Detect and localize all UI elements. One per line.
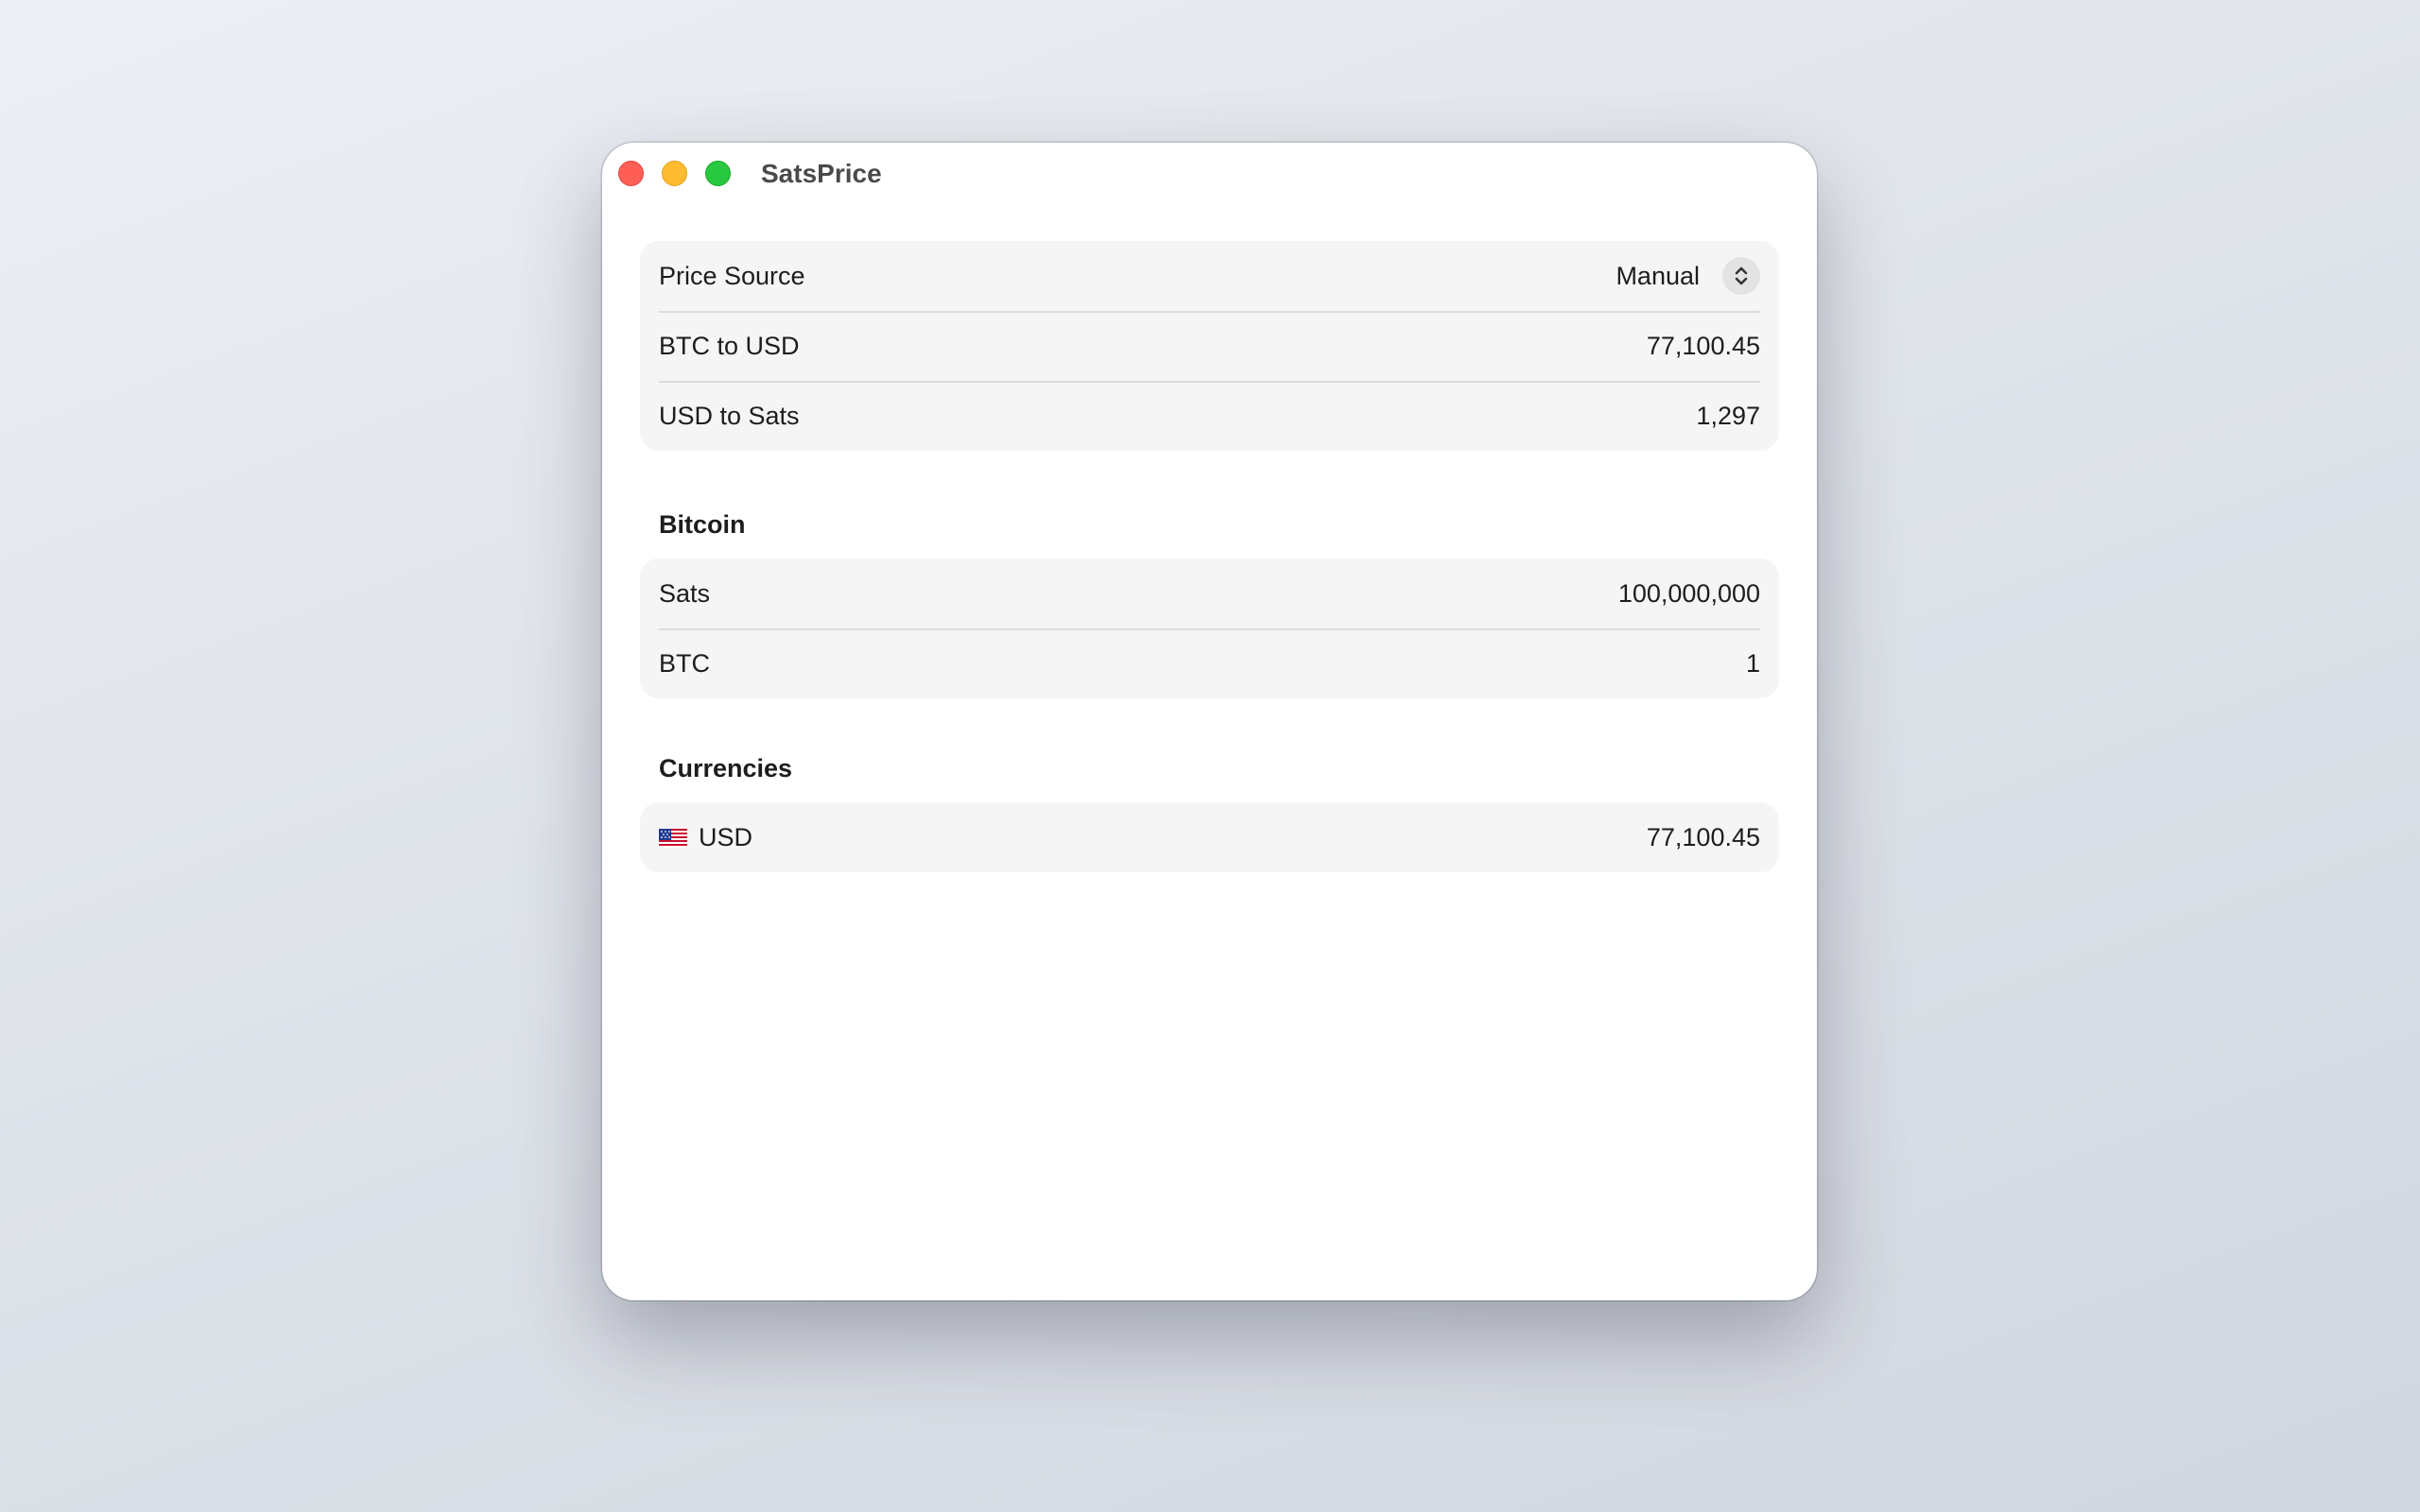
us-flag-icon — [659, 827, 687, 848]
minimize-button[interactable] — [662, 161, 687, 186]
currency-code: USD — [699, 822, 753, 851]
btc-label: BTC — [659, 648, 710, 678]
btc-to-usd-row: BTC to USD 77,100.45 — [640, 311, 1779, 381]
currency-row-usd: USD 77,100.45 — [640, 802, 1779, 872]
price-settings-group: Price Source Manual BTC to USD 77,100.45… — [640, 241, 1779, 451]
btc-row: BTC 1 — [640, 628, 1779, 698]
sats-label: Sats — [659, 578, 711, 608]
app-window: SatsPrice Price Source Manual BTC to USD… — [602, 143, 1817, 1300]
sats-row: Sats 100,000,000 — [640, 558, 1779, 628]
bitcoin-section-header: Bitcoin — [659, 510, 746, 539]
currency-value[interactable]: 77,100.45 — [1647, 823, 1760, 852]
usd-to-sats-row: USD to Sats 1,297 — [640, 381, 1779, 451]
price-source-row: Price Source Manual — [640, 241, 1779, 311]
usd-to-sats-label: USD to Sats — [659, 401, 800, 430]
price-source-picker[interactable]: Manual — [1616, 257, 1760, 295]
currency-label: USD — [659, 823, 752, 852]
close-button[interactable] — [618, 161, 644, 186]
zoom-button[interactable] — [705, 161, 731, 186]
title-bar[interactable]: SatsPrice — [602, 143, 1817, 203]
bitcoin-group: Sats 100,000,000 BTC 1 — [640, 558, 1779, 698]
price-source-value[interactable]: Manual — [1616, 262, 1700, 291]
usd-to-sats-value[interactable]: 1,297 — [1696, 402, 1760, 431]
btc-to-usd-value[interactable]: 77,100.45 — [1647, 332, 1760, 361]
btc-to-usd-label: BTC to USD — [659, 331, 800, 360]
btc-value[interactable]: 1 — [1746, 649, 1760, 679]
currencies-section-header: Currencies — [659, 754, 793, 782]
currencies-group: USD 77,100.45 — [640, 802, 1779, 872]
chevron-up-down-icon[interactable] — [1722, 257, 1760, 295]
price-source-label: Price Source — [659, 261, 805, 290]
sats-value[interactable]: 100,000,000 — [1618, 579, 1760, 609]
window-title: SatsPrice — [761, 159, 882, 188]
